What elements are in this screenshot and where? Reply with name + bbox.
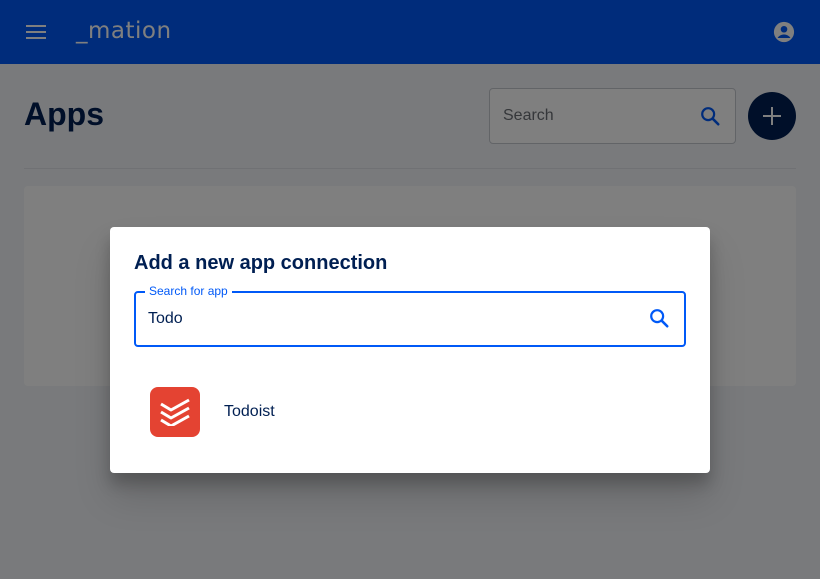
todoist-logo-icon: [150, 387, 200, 437]
app-result-item[interactable]: Todoist: [134, 377, 686, 447]
dialog-title: Add a new app connection: [134, 252, 388, 274]
search-icon[interactable]: [648, 307, 670, 329]
add-app-connection-dialog: Add a new app connection Search for app …: [110, 227, 710, 473]
app-search-field[interactable]: Search for app: [134, 284, 686, 347]
app-search-input[interactable]: [148, 293, 628, 345]
app-result-name: Todoist: [224, 403, 275, 420]
